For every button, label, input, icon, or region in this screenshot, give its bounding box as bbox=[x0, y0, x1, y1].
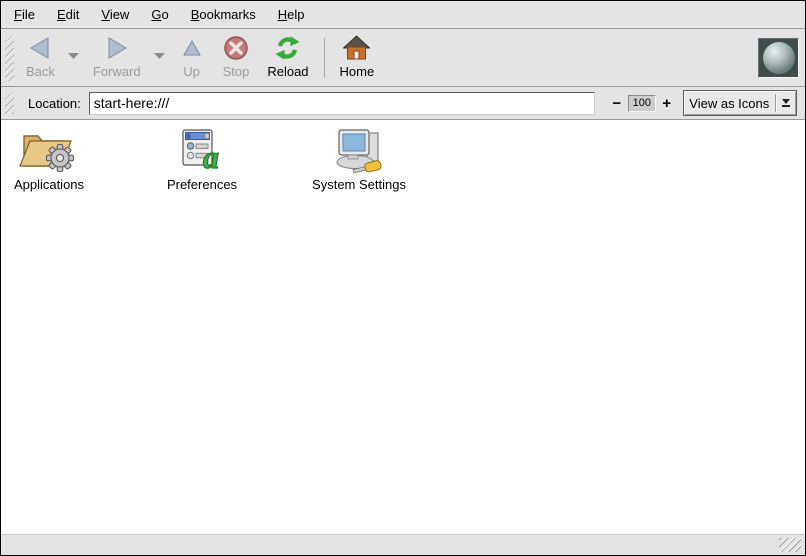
resize-grip[interactable] bbox=[779, 538, 801, 552]
status-bar bbox=[1, 534, 805, 555]
up-button[interactable]: Up bbox=[170, 32, 214, 84]
menu-go[interactable]: Go bbox=[140, 3, 179, 27]
back-history-dropdown[interactable] bbox=[64, 32, 84, 84]
preferences-label: Preferences bbox=[160, 177, 244, 192]
location-bar-drag-handle[interactable] bbox=[5, 92, 14, 114]
svg-text:a: a bbox=[203, 139, 219, 174]
dropdown-arrow-icon bbox=[776, 99, 796, 107]
forward-icon bbox=[105, 33, 129, 63]
location-input[interactable] bbox=[89, 92, 595, 115]
throbber bbox=[758, 38, 799, 78]
reload-button[interactable]: Reload bbox=[258, 32, 317, 84]
menu-file[interactable]: File bbox=[3, 3, 46, 27]
toolbar-drag-handle[interactable] bbox=[5, 35, 14, 81]
icon-view[interactable]: Applications a Preferences bbox=[1, 120, 805, 534]
toolbar: Back Forward Up bbox=[1, 29, 805, 87]
home-label: Home bbox=[340, 64, 375, 79]
stop-label: Stop bbox=[223, 64, 250, 79]
up-icon bbox=[182, 33, 202, 63]
applications-folder-icon bbox=[7, 127, 91, 174]
menu-view[interactable]: View bbox=[90, 3, 140, 27]
system-settings-icon bbox=[304, 127, 414, 174]
up-label: Up bbox=[183, 64, 200, 79]
chevron-down-icon bbox=[153, 52, 166, 60]
zoom-level-indicator[interactable]: 100 bbox=[628, 95, 656, 112]
forward-button[interactable]: Forward bbox=[84, 32, 150, 84]
reload-label: Reload bbox=[267, 64, 308, 79]
location-bar: Location: − 100 + View as Icons bbox=[1, 87, 805, 120]
view-mode-label: View as Icons bbox=[684, 96, 775, 111]
home-icon bbox=[343, 33, 370, 63]
file-manager-window: File Edit View Go Bookmarks Help Back Fo… bbox=[0, 0, 806, 556]
toolbar-separator bbox=[324, 38, 325, 78]
toolbar-spacer bbox=[383, 32, 758, 84]
zoom-in-button[interactable]: + bbox=[661, 95, 673, 112]
menu-edit[interactable]: Edit bbox=[46, 3, 90, 27]
back-icon bbox=[28, 33, 52, 63]
applications-label: Applications bbox=[7, 177, 91, 192]
forward-history-dropdown[interactable] bbox=[150, 32, 170, 84]
zoom-out-button[interactable]: − bbox=[611, 95, 623, 112]
preferences-item[interactable]: a Preferences bbox=[160, 127, 244, 192]
back-label: Back bbox=[26, 64, 55, 79]
stop-button[interactable]: Stop bbox=[214, 32, 259, 84]
menu-bar: File Edit View Go Bookmarks Help bbox=[1, 1, 805, 29]
home-button[interactable]: Home bbox=[331, 32, 384, 84]
throbber-sphere-icon bbox=[763, 42, 795, 74]
menu-help[interactable]: Help bbox=[267, 3, 316, 27]
preferences-icon: a bbox=[160, 127, 244, 174]
forward-label: Forward bbox=[93, 64, 141, 79]
view-mode-dropdown[interactable]: View as Icons bbox=[683, 90, 797, 116]
system-settings-label: System Settings bbox=[304, 177, 414, 192]
chevron-down-icon bbox=[67, 52, 80, 60]
menu-bookmarks[interactable]: Bookmarks bbox=[180, 3, 267, 27]
location-label: Location: bbox=[28, 96, 81, 111]
reload-icon bbox=[274, 33, 301, 63]
back-button[interactable]: Back bbox=[17, 32, 64, 84]
stop-icon bbox=[223, 33, 249, 63]
applications-item[interactable]: Applications bbox=[7, 127, 91, 192]
system-settings-item[interactable]: System Settings bbox=[304, 127, 414, 192]
